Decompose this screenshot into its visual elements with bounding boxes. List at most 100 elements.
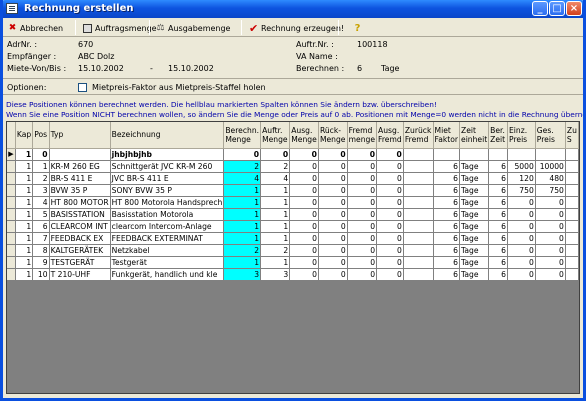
- table-cell[interactable]: 1: [15, 196, 34, 209]
- table-cell[interactable]: 1: [223, 208, 262, 221]
- column-header[interactable]: Berechn. Menge: [223, 122, 262, 149]
- table-cell[interactable]: 0: [347, 256, 378, 269]
- table-cell[interactable]: 0: [289, 172, 319, 185]
- table-cell[interactable]: HT 800 MOTOR: [49, 196, 111, 209]
- table-cell[interactable]: 6: [488, 256, 508, 269]
- table-cell[interactable]: 6: [488, 172, 508, 185]
- table-cell[interactable]: 0: [376, 196, 404, 209]
- table-cell[interactable]: 0: [223, 148, 262, 161]
- table-cell[interactable]: 1: [32, 160, 50, 173]
- table-cell[interactable]: BASISSTATION: [49, 208, 111, 221]
- table-cell[interactable]: 0: [318, 184, 348, 197]
- table-cell[interactable]: 1: [260, 256, 291, 269]
- table-cell[interactable]: 1: [15, 256, 34, 269]
- row-indicator[interactable]: ▶: [7, 148, 16, 161]
- table-cell[interactable]: 0: [347, 268, 378, 281]
- table-cell[interactable]: 6: [488, 244, 508, 257]
- close-button[interactable]: ×: [566, 1, 582, 16]
- table-cell[interactable]: 0: [535, 244, 566, 257]
- table-cell[interactable]: 1: [260, 232, 291, 245]
- table-cell[interactable]: 1: [260, 208, 291, 221]
- table-cell[interactable]: 0: [376, 220, 404, 233]
- table-cell[interactable]: Netzkabel: [110, 244, 225, 257]
- table-cell[interactable]: 10: [32, 268, 50, 281]
- table-cell[interactable]: 1: [15, 160, 34, 173]
- table-row[interactable]: ▶ 1 0 jhbjhbjhb 0 0 0 0 0 0: [7, 148, 579, 161]
- table-cell[interactable]: 6: [433, 220, 461, 233]
- table-cell[interactable]: 6: [433, 208, 461, 221]
- table-cell[interactable]: 0: [318, 196, 348, 209]
- table-cell[interactable]: 2: [260, 244, 291, 257]
- table-cell[interactable]: 0: [507, 208, 536, 221]
- table-cell[interactable]: 1: [15, 208, 34, 221]
- table-cell[interactable]: 1: [15, 184, 34, 197]
- table-row[interactable]: 1 10 T 210-UHF Funkgerät, handlich und kle 3…: [7, 268, 579, 281]
- table-cell[interactable]: Basisstation Motorola: [110, 208, 225, 221]
- table-cell[interactable]: 0: [376, 148, 404, 161]
- cancel-button[interactable]: ✖ Abbrechen: [8, 21, 63, 35]
- table-cell[interactable]: 0: [376, 268, 404, 281]
- table-cell[interactable]: 6: [433, 196, 461, 209]
- row-indicator[interactable]: [7, 256, 16, 269]
- table-row[interactable]: 1 5 BASISSTATION Basisstation Motorola 1 1 0 0 0…: [7, 208, 579, 221]
- column-header[interactable]: Kap: [15, 122, 34, 149]
- column-header[interactable]: Ges. Preis: [535, 122, 566, 149]
- table-cell[interactable]: 0: [289, 208, 319, 221]
- table-cell[interactable]: 0: [507, 268, 536, 281]
- table-cell[interactable]: [565, 244, 579, 257]
- table-cell[interactable]: clearcom Intercom-Anlage: [110, 220, 225, 233]
- table-cell[interactable]: 0: [507, 232, 536, 245]
- table-cell[interactable]: 0: [535, 256, 566, 269]
- table-cell[interactable]: 0: [376, 208, 404, 221]
- table-cell[interactable]: 1: [15, 232, 34, 245]
- table-cell[interactable]: 0: [289, 148, 319, 161]
- table-cell[interactable]: jhbjhbjhb: [110, 148, 225, 161]
- column-header[interactable]: Ber. Zeit: [488, 122, 508, 149]
- rental-factor-checkbox-label[interactable]: Mietpreis-Faktor aus Mietpreis-Staffel h…: [92, 83, 266, 92]
- table-cell[interactable]: 1: [260, 196, 291, 209]
- table-cell[interactable]: 0: [535, 196, 566, 209]
- table-cell[interactable]: 0: [289, 196, 319, 209]
- table-row[interactable]: 1 1 KR-M 260 EG Schnittgerät JVC KR-M 260 2 2…: [7, 160, 579, 173]
- table-cell[interactable]: 0: [318, 148, 348, 161]
- table-cell[interactable]: Tage: [459, 208, 490, 221]
- table-cell[interactable]: 0: [289, 184, 319, 197]
- table-cell[interactable]: 0: [318, 208, 348, 221]
- table-cell[interactable]: 0: [289, 256, 319, 269]
- table-cell[interactable]: 0: [376, 160, 404, 173]
- table-cell[interactable]: KR-M 260 EG: [49, 160, 111, 173]
- table-cell[interactable]: Funkgerät, handlich und kle: [110, 268, 225, 281]
- table-cell[interactable]: [403, 232, 434, 245]
- column-header[interactable]: Miet Faktor: [433, 122, 461, 149]
- table-cell[interactable]: 5: [32, 208, 50, 221]
- row-indicator[interactable]: [7, 196, 16, 209]
- table-cell[interactable]: 0: [347, 232, 378, 245]
- table-cell[interactable]: 6: [433, 160, 461, 173]
- table-cell[interactable]: [565, 196, 579, 209]
- table-cell[interactable]: Tage: [459, 268, 490, 281]
- table-cell[interactable]: 0: [289, 220, 319, 233]
- table-row[interactable]: 1 8 KALTGERÄTEK Netzkabel 2 2 0 0 0 0 6 Tage 6 0 0: [7, 244, 579, 257]
- table-cell[interactable]: [565, 268, 579, 281]
- table-cell[interactable]: 0: [347, 196, 378, 209]
- table-cell[interactable]: 2: [32, 172, 50, 185]
- table-cell[interactable]: 6: [488, 220, 508, 233]
- table-cell[interactable]: 750: [535, 184, 566, 197]
- table-cell[interactable]: 2: [260, 160, 291, 173]
- table-row[interactable]: 1 4 HT 800 MOTOR HT 800 Motorola Handsprech…: [7, 196, 579, 209]
- table-cell[interactable]: [565, 232, 579, 245]
- table-cell[interactable]: 2: [223, 160, 262, 173]
- table-cell[interactable]: 0: [376, 256, 404, 269]
- column-header[interactable]: Auftr. Menge: [260, 122, 291, 149]
- table-cell[interactable]: 3: [223, 268, 262, 281]
- table-cell[interactable]: [565, 208, 579, 221]
- create-invoice-button[interactable]: ✔ Rechnung erzeugen!: [249, 21, 344, 35]
- table-cell[interactable]: 0: [507, 244, 536, 257]
- table-cell[interactable]: [459, 148, 490, 161]
- table-cell[interactable]: Schnittgerät JVC KR-M 260: [110, 160, 225, 173]
- table-cell[interactable]: [403, 184, 434, 197]
- table-cell[interactable]: 1: [223, 184, 262, 197]
- table-cell[interactable]: [565, 256, 579, 269]
- table-cell[interactable]: [433, 148, 461, 161]
- table-cell[interactable]: 1: [15, 148, 34, 161]
